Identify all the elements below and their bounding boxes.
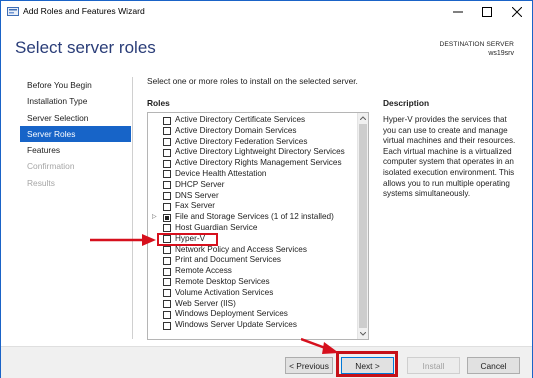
maximize-button[interactable] (472, 1, 501, 22)
nav-item-features[interactable]: Features (20, 142, 131, 158)
destination-server-label: DESTINATION SERVER (439, 41, 514, 48)
server-manager-icon (7, 7, 19, 16)
close-icon (511, 6, 522, 17)
role-checkbox[interactable] (163, 159, 171, 168)
role-checkbox[interactable] (163, 181, 171, 190)
role-checkbox[interactable] (163, 300, 171, 309)
previous-button[interactable]: < Previous (285, 357, 333, 374)
chevron-up-icon (360, 116, 366, 120)
role-item[interactable]: Active Directory Rights Management Servi… (148, 158, 356, 169)
hyper-v-highlight-box (157, 233, 218, 246)
scroll-up-button[interactable] (358, 113, 368, 123)
wizard-window: Add Roles and Features Wizard Select ser… (0, 0, 533, 378)
minimize-icon (452, 11, 463, 12)
role-checkbox[interactable] (163, 310, 171, 319)
role-checkbox[interactable] (163, 256, 171, 265)
role-checkbox[interactable] (163, 116, 171, 125)
role-item[interactable]: Active Directory Certificate Services (148, 115, 356, 126)
nav-item-server-selection[interactable]: Server Selection (20, 110, 131, 126)
role-item[interactable]: Volume Activation Services (148, 288, 356, 299)
scroll-thumb[interactable] (359, 124, 367, 328)
role-checkbox[interactable] (163, 224, 171, 233)
role-item-file-storage[interactable]: ▷ File and Storage Services (1 of 12 ins… (148, 212, 356, 223)
role-item[interactable]: Remote Access (148, 266, 356, 277)
description-text: Hyper-V provides the services that you c… (383, 115, 516, 199)
role-item[interactable]: Active Directory Lightweight Directory S… (148, 147, 356, 158)
next-button-highlight-box (336, 351, 398, 377)
role-checkbox[interactable] (163, 138, 171, 147)
role-item[interactable]: Fax Server (148, 201, 356, 212)
pointer-arrow-icon (90, 234, 156, 246)
roles-list-box: Active Directory Certificate Services Ac… (147, 112, 369, 340)
page-title: Select server roles (15, 38, 156, 57)
role-item[interactable]: Active Directory Federation Services (148, 137, 356, 148)
expand-arrow-icon[interactable]: ▷ (152, 212, 157, 223)
nav-item-server-roles[interactable]: Server Roles (20, 125, 131, 143)
close-button[interactable] (502, 1, 531, 22)
nav-item-confirmation: Confirmation (27, 161, 75, 172)
role-checkbox[interactable] (163, 321, 171, 330)
nav-item-installation-type[interactable]: Installation Type (20, 93, 131, 109)
destination-server-value: ws19srv (488, 50, 514, 57)
role-item[interactable]: Windows Server Update Services (148, 320, 356, 331)
description-heading: Description (383, 98, 430, 108)
minimize-button[interactable] (443, 1, 472, 22)
role-item[interactable]: Device Health Attestation (148, 169, 356, 180)
install-button: Install (407, 357, 460, 374)
chevron-down-icon (360, 332, 366, 336)
scroll-down-button[interactable] (358, 329, 368, 339)
role-checkbox[interactable] (163, 267, 171, 276)
instruction-text: Select one or more roles to install on t… (147, 76, 358, 86)
pointer-arrow-icon (301, 337, 339, 354)
role-item[interactable]: DNS Server (148, 191, 356, 202)
role-item[interactable]: Windows Deployment Services (148, 309, 356, 320)
role-checkbox[interactable] (163, 127, 171, 136)
roles-heading: Roles (147, 98, 170, 108)
role-item[interactable]: Web Server (IIS) (148, 299, 356, 310)
role-checkbox[interactable] (163, 148, 171, 157)
role-item[interactable]: Print and Document Services (148, 255, 356, 266)
role-item[interactable]: Remote Desktop Services (148, 277, 356, 288)
role-checkbox[interactable] (163, 170, 171, 179)
title-bar: Add Roles and Features Wizard (1, 1, 532, 22)
role-checkbox[interactable] (163, 192, 171, 201)
role-checkbox[interactable] (163, 202, 171, 211)
nav-item-results: Results (27, 177, 55, 188)
nav-item-before-you-begin[interactable]: Before You Begin (20, 77, 131, 93)
roles-list: Active Directory Certificate Services Ac… (148, 115, 356, 331)
role-item[interactable]: Network Policy and Access Services (148, 245, 356, 256)
role-checkbox[interactable] (163, 289, 171, 298)
role-checkbox[interactable] (163, 213, 171, 222)
role-item[interactable]: Active Directory Domain Services (148, 126, 356, 137)
nav-divider (132, 77, 133, 339)
role-item[interactable]: DHCP Server (148, 180, 356, 191)
maximize-icon (481, 6, 492, 17)
cancel-button[interactable]: Cancel (467, 357, 520, 374)
wizard-nav: Before You Begin Installation Type Serve… (20, 77, 131, 191)
role-checkbox[interactable] (163, 246, 171, 255)
role-checkbox[interactable] (163, 278, 171, 287)
roles-scrollbar[interactable] (357, 113, 368, 339)
window-title: Add Roles and Features Wizard (23, 6, 145, 16)
